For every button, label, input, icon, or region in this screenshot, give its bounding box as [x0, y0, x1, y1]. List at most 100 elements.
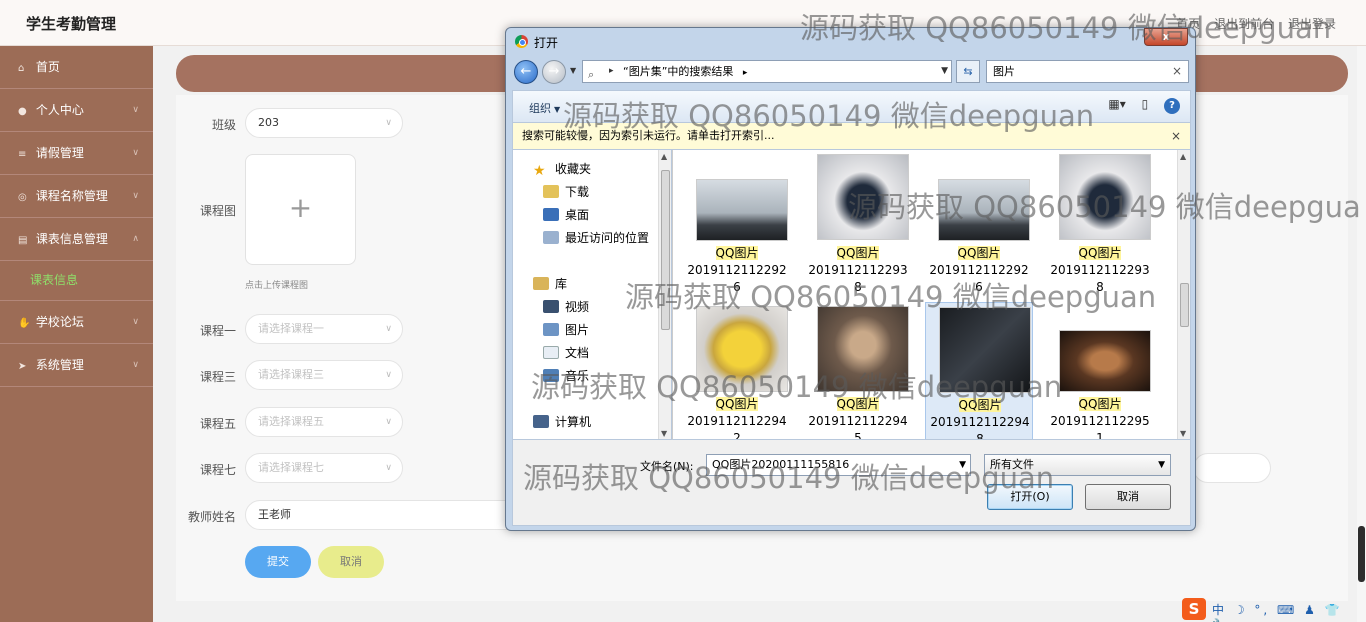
- course1-placeholder: 请选择课程一: [258, 322, 324, 335]
- tree-item-favorites[interactable]: ★ 收藏夹: [533, 160, 591, 179]
- file-item[interactable]: QQ图片 2019112112293 8: [804, 152, 912, 302]
- file-item[interactable]: QQ图片 2019112112294 2: [683, 302, 791, 439]
- nav-scroll-thumb[interactable]: [661, 170, 670, 330]
- chevron-down-icon: ∨: [385, 324, 392, 334]
- tree-item-documents[interactable]: 文档: [543, 344, 589, 361]
- file-item[interactable]: QQ图片 2019112112295 1: [1046, 302, 1154, 439]
- sidebar-item-forum[interactable]: ✋ 学校论坛 ∨: [0, 301, 153, 344]
- right-field-input[interactable]: [1193, 453, 1271, 483]
- search-icon: ⌕: [588, 68, 595, 81]
- index-info-bar[interactable]: 搜索可能较慢，因为索引未运行。请单击打开索引... ×: [512, 122, 1191, 150]
- top-link-logout[interactable]: 退出登录: [1288, 17, 1336, 31]
- sidebar-item-course-name[interactable]: ◎ 课程名称管理 ∨: [0, 175, 153, 218]
- preview-pane-icon[interactable]: ▯: [1142, 97, 1149, 111]
- scroll-up-icon[interactable]: ▲: [661, 152, 667, 161]
- sogou-logo-icon[interactable]: S: [1182, 598, 1206, 620]
- dialog-cancel-button[interactable]: 取消: [1085, 484, 1171, 510]
- top-link-frontend[interactable]: 退出到前台: [1214, 17, 1274, 31]
- clear-search-icon[interactable]: ×: [1172, 61, 1182, 82]
- file-name: QQ图片 2019112112294 8: [930, 398, 1030, 440]
- image-upload-box[interactable]: +: [245, 154, 356, 265]
- dialog-close-button[interactable]: x: [1144, 28, 1188, 46]
- file-name: QQ图片 2019112112292 6: [687, 246, 787, 294]
- tree-item-desktop[interactable]: 桌面: [543, 206, 589, 223]
- course7-select[interactable]: 请选择课程七 ∨: [245, 453, 403, 483]
- view-tools: ▦▾ ▯ ?: [1096, 97, 1180, 114]
- tree-item-pictures[interactable]: 图片: [543, 321, 589, 338]
- close-icon[interactable]: ×: [1171, 123, 1181, 149]
- sidebar-subitem-schedule-info[interactable]: 课表信息: [0, 261, 153, 301]
- tree-item-label: 计算机: [555, 415, 592, 429]
- tree-item-music[interactable]: 音乐: [543, 367, 589, 384]
- course3-select[interactable]: 请选择课程三 ∨: [245, 360, 403, 390]
- filename-input[interactable]: QQ图片20200111155816 ▼: [706, 454, 971, 476]
- help-icon[interactable]: ?: [1164, 98, 1180, 114]
- dialog-title: 打开: [534, 36, 559, 50]
- address-bar[interactable]: ⌕ ▸ “图片集”中的搜索结果 ▸ ▼: [582, 60, 952, 83]
- home-icon: ⌂: [18, 63, 25, 74]
- class-select[interactable]: 203 ∨: [245, 108, 403, 138]
- class-label: 班级: [211, 118, 236, 132]
- submit-button[interactable]: 提交: [245, 546, 311, 578]
- page-scroll-thumb[interactable]: [1358, 526, 1365, 582]
- tree-item-libraries[interactable]: 库: [533, 275, 567, 292]
- thumbnail-image: [939, 307, 1031, 393]
- tree-item-label: 桌面: [565, 208, 590, 222]
- dialog-search-input[interactable]: 图片 ×: [986, 60, 1189, 83]
- app-title: 学生考勤管理: [26, 15, 117, 33]
- tree-item-downloads[interactable]: 下载: [543, 183, 589, 200]
- sidebar-item-home[interactable]: ⌂ 首页: [0, 46, 153, 89]
- file-scroll-thumb[interactable]: [1180, 283, 1189, 327]
- sidebar-item-schedule-mgmt[interactable]: ▤ 课表信息管理 ∧: [0, 218, 153, 261]
- file-item[interactable]: QQ图片 2019112112293 8: [1046, 152, 1154, 302]
- forward-arrow-icon[interactable]: →: [542, 60, 566, 84]
- sidebar-item-label: 首页: [35, 60, 60, 74]
- ime-status-icons[interactable]: 中 ☽ °, ⌨ ♟ 👕 🔧: [1212, 601, 1366, 622]
- tree-item-computer[interactable]: 计算机: [533, 413, 591, 430]
- download-folder-icon: [543, 185, 559, 198]
- file-item[interactable]: QQ图片 2019112112292 6: [925, 152, 1033, 302]
- tree-item-recent[interactable]: 最近访问的位置: [543, 229, 649, 246]
- breadcrumb-arrow-icon: ▸: [609, 66, 614, 76]
- chevron-down-icon: ∨: [385, 370, 392, 380]
- tree-item-videos[interactable]: 视频: [543, 298, 589, 315]
- course5-label: 课程五: [199, 417, 236, 431]
- tree-item-label: 文档: [565, 346, 590, 360]
- back-arrow-icon[interactable]: ←: [514, 60, 538, 84]
- course1-select[interactable]: 请选择课程一 ∨: [245, 314, 403, 344]
- scroll-up-icon[interactable]: ▲: [1180, 152, 1186, 161]
- sidebar-item-system[interactable]: ➤ 系统管理 ∨: [0, 344, 153, 387]
- sidebar-item-profile[interactable]: ● 个人中心 ∨: [0, 89, 153, 132]
- view-mode-icon[interactable]: ▦▾: [1108, 97, 1125, 111]
- scroll-down-icon[interactable]: ▼: [661, 429, 667, 438]
- chrome-icon: [515, 35, 528, 48]
- file-pane-scrollbar[interactable]: ▲ ▼: [1177, 150, 1190, 439]
- cancel-button[interactable]: 取消: [318, 546, 384, 578]
- sidebar-item-leave[interactable]: ≡ 请假管理 ∨: [0, 132, 153, 175]
- scroll-down-icon[interactable]: ▼: [1180, 429, 1186, 438]
- organize-menu[interactable]: 组织 ▼: [529, 100, 560, 116]
- page-scrollbar[interactable]: [1357, 46, 1366, 622]
- filetype-select[interactable]: 所有文件 ▼: [984, 454, 1171, 476]
- chevron-down-icon: ∨: [132, 148, 139, 158]
- class-select-value: 203: [258, 116, 279, 129]
- history-dropdown-icon[interactable]: ▼: [570, 66, 576, 75]
- course5-placeholder: 请选择课程五: [258, 415, 324, 428]
- file-item[interactable]: QQ图片 2019112112292 6: [683, 152, 791, 302]
- documents-icon: [543, 346, 559, 359]
- nav-pane-scrollbar[interactable]: ▲ ▼: [658, 150, 671, 439]
- file-item-hovered[interactable]: QQ图片 2019112112294 8: [925, 302, 1033, 440]
- file-item[interactable]: QQ图片 2019112112294 5: [804, 302, 912, 439]
- chevron-down-icon[interactable]: ▼: [959, 455, 966, 475]
- tree-item-label: 音乐: [565, 369, 590, 383]
- thumbnail-image: [817, 154, 909, 240]
- refresh-button[interactable]: ⇆: [956, 60, 980, 83]
- filename-label: 文件名(N):: [640, 460, 694, 473]
- course5-select[interactable]: 请选择课程五 ∨: [245, 407, 403, 437]
- list-icon: ≡: [18, 149, 27, 160]
- open-button[interactable]: 打开(O): [987, 484, 1073, 510]
- thumbnail-image: [696, 306, 788, 392]
- dialog-bottom-area: 文件名(N): QQ图片20200111155816 ▼ 所有文件 ▼ 打开(O…: [512, 440, 1191, 526]
- address-dropdown-icon: ▼: [941, 66, 948, 76]
- organize-label: 组织: [529, 102, 551, 115]
